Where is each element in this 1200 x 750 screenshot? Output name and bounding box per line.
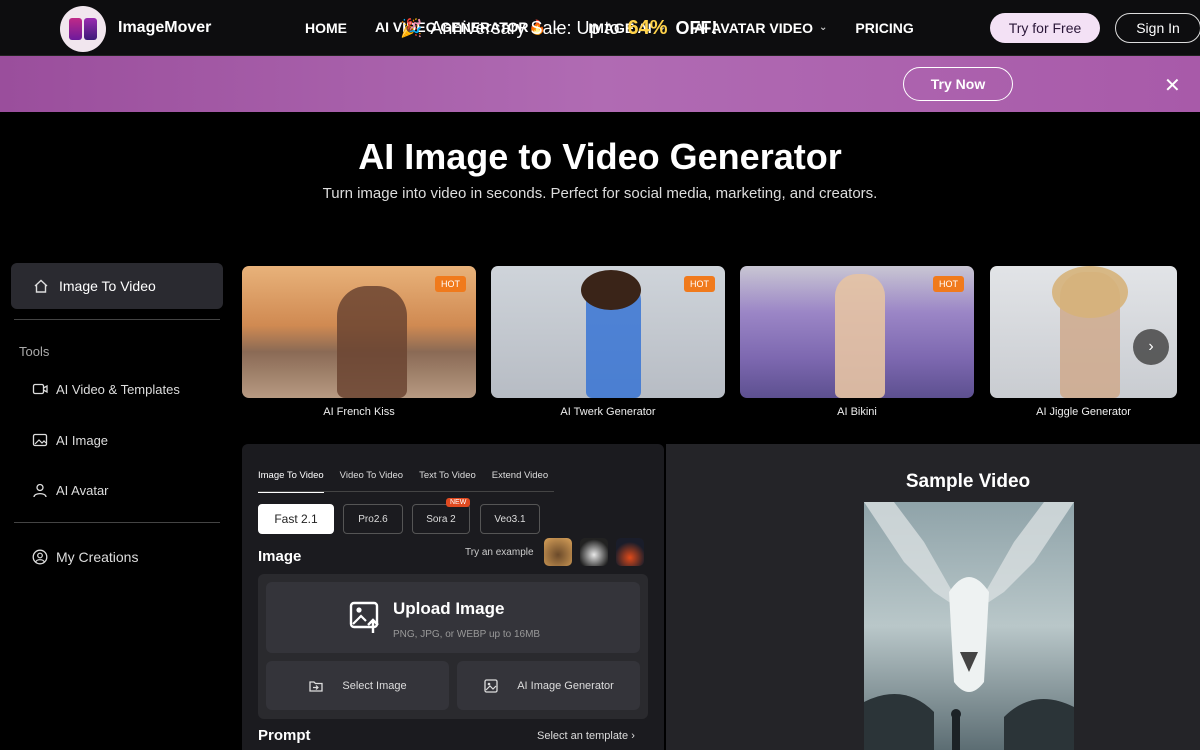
sidebar-item-image-to-video[interactable]: Image To Video [11,263,223,309]
example-thumbnail-volcano[interactable] [616,538,644,566]
tab-image-to-video[interactable]: Image To Video [258,470,324,493]
hot-badge: HOT [933,276,964,292]
sign-in-button[interactable]: Sign In [1115,13,1200,43]
banner-text: 🎉 Anniversary Sale: Up to 64% OFF! [400,17,718,39]
nav-home[interactable]: HOME [305,19,347,36]
try-example-label: Try an example [465,547,534,558]
new-badge: NEW [446,498,471,507]
image-section-label: Image [258,548,302,565]
select-template-link[interactable]: Select an template › [537,730,635,742]
discount-percent: 64% [627,17,668,39]
card-label: AI Jiggle Generator [1036,406,1131,418]
video-icon [32,383,48,395]
tools-heading: Tools [19,344,50,359]
folder-icon [309,680,324,692]
card-thumbnail: HOT [242,266,476,398]
home-icon [34,279,48,293]
generator-tabs: Image To Video Video To Video Text To Vi… [258,470,548,493]
try-now-button[interactable]: Try Now [903,67,1013,101]
brand-logo[interactable] [60,6,106,52]
tab-text-to-video[interactable]: Text To Video [419,470,476,493]
template-card-french-kiss[interactable]: HOT AI French Kiss [242,266,476,418]
example-thumbnail-figure[interactable] [580,538,608,566]
upload-title: Upload Image [393,599,505,618]
sample-video-thumbnail [864,502,1074,750]
model-sora-2[interactable]: Sora 2 [412,504,470,534]
close-icon[interactable]: ✕ [1164,73,1181,98]
brand-name[interactable]: ImageMover [118,19,211,37]
carousel-next-button[interactable]: › [1133,329,1169,365]
ai-image-generator-button[interactable]: AI Image Generator [457,661,640,710]
model-fast-2-1[interactable]: Fast 2.1 [258,504,334,534]
sample-video-preview[interactable] [864,502,1074,750]
sidebar-item-ai-image[interactable]: AI Image [32,432,108,448]
sidebar-item-my-creations[interactable]: My Creations [32,549,138,565]
card-thumbnail: HOT [740,266,974,398]
sidebar-item-ai-video-templates[interactable]: AI Video & Templates [32,381,180,397]
user-icon [33,483,47,498]
divider [14,522,220,523]
card-label: AI Twerk Generator [560,406,656,418]
try-for-free-button[interactable]: Try for Free [990,13,1100,43]
card-thumbnail: HOT [491,266,725,398]
divider [14,319,220,320]
upload-hint: PNG, JPG, or WEBP up to 16MB [393,629,541,640]
image-icon [484,678,498,693]
upload-image-icon [349,601,379,633]
template-card-twerk[interactable]: HOT AI Twerk Generator [491,266,725,418]
page-subtitle: Turn image into video in seconds. Perfec… [322,185,878,202]
hot-badge: HOT [435,276,466,292]
example-thumbnail-eagle[interactable] [544,538,572,566]
prompt-label: Prompt [258,727,311,744]
sidebar-item-ai-avatar[interactable]: AI Avatar [32,482,109,498]
tab-video-to-video[interactable]: Video To Video [340,470,403,493]
promo-banner [0,56,1200,112]
party-popper-icon: 🎉 [400,18,423,38]
card-label: AI French Kiss [323,406,395,418]
chevron-right-icon: › [631,730,635,742]
hot-badge: HOT [684,276,715,292]
image-icon [32,433,48,447]
model-veo-3-1[interactable]: Veo3.1 [480,504,540,534]
template-card-bikini[interactable]: HOT AI Bikini [740,266,974,418]
divider [258,491,554,492]
select-image-button[interactable]: Select Image [266,661,449,710]
sample-video-title: Sample Video [905,471,1031,492]
page-title: AI Image to Video Generator [358,136,842,177]
nav-pricing[interactable]: PRICING [855,19,913,36]
card-label: AI Bikini [837,406,877,418]
model-pro-2-6[interactable]: Pro2.6 [343,504,403,534]
chevron-down-icon: ⌄ [818,22,828,33]
user-circle-icon [32,549,48,565]
tab-extend-video[interactable]: Extend Video [492,470,548,493]
chevron-right-icon: › [1148,338,1154,355]
